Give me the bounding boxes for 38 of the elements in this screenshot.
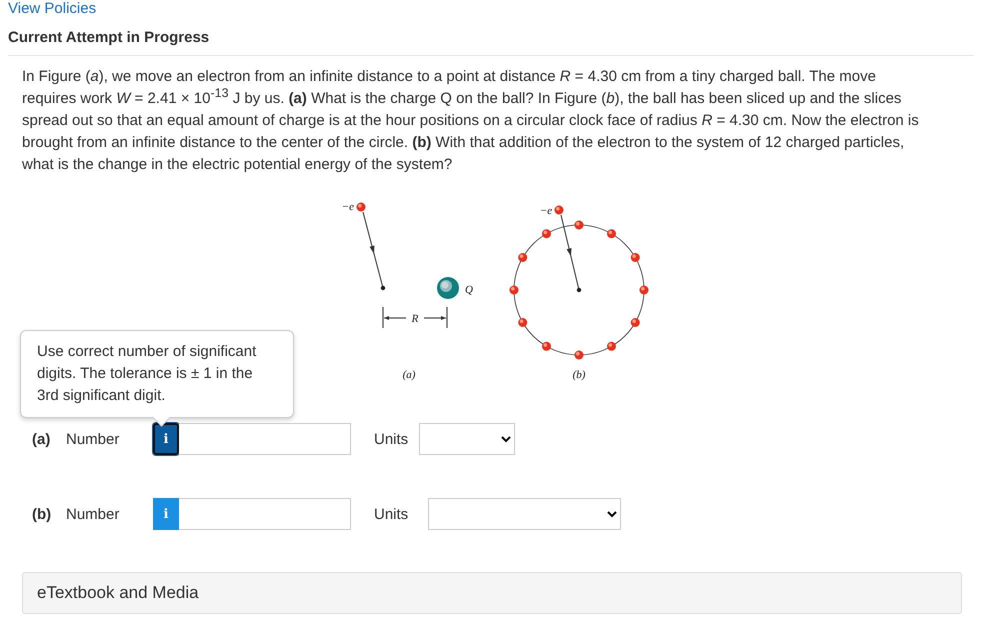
electron-ball — [356, 202, 366, 212]
electron-label: −e — [540, 205, 552, 217]
number-label: Number — [66, 430, 120, 448]
units-label: Units — [374, 506, 408, 522]
units-select[interactable] — [419, 423, 516, 455]
figure-caption: (a) — [402, 369, 416, 381]
question-text: In Figure (a), we move an electron from an infinite distance to a point at distance R = 4.30 cm from a tiny charged ball. The move requires work W = 2.41 × 10$^{-13}$ J by us. (a) What is the charge Q on the ball? In Figure (b), the ball has been sliced up and the slices spread out so that an equal amount of charge is at the hour positions on a circular clock face of radius R = 4.30 cm. Now the electron is brought from an infinite distance to the center of the circle. (b) With that addition of the electron to the system of 12 charged particles, what is the change in the electric potential energy of the system? — [22, 67, 920, 175]
charge-ball — [607, 342, 616, 351]
charge-ball — [518, 253, 528, 262]
charge-ball — [542, 342, 551, 351]
number-label: Number — [66, 506, 120, 522]
part-label: (a) — [32, 430, 52, 448]
charge-ball — [518, 318, 528, 327]
electron-label: −e — [342, 201, 354, 213]
charge-ball — [574, 350, 584, 360]
figure-caption: (b) — [572, 369, 586, 381]
part-label: (b) — [32, 506, 52, 522]
distance-dimension — [382, 306, 448, 328]
charge-ball — [630, 318, 640, 327]
distance-label: R — [412, 313, 418, 325]
charge-ball — [640, 286, 648, 294]
charge-ball — [574, 220, 584, 230]
electron-ball — [554, 206, 564, 214]
charge-ball — [542, 229, 551, 238]
view-policies-link[interactable]: View Policies — [8, 0, 96, 18]
charge-ball — [607, 229, 616, 238]
etextbook-media-panel[interactable]: eTextbook and Media — [22, 572, 962, 614]
number-field[interactable] — [179, 423, 351, 455]
tooltip-text: Use correct number of significant digits. The tolerance is ± 1 in the 3rd significant digit. — [37, 343, 256, 404]
charged-ball — [437, 277, 459, 299]
info-button[interactable]: i — [153, 423, 179, 455]
units-select[interactable] — [428, 498, 622, 530]
units-label: Units — [374, 430, 408, 448]
attempt-title: Current Attempt in Progress — [8, 29, 974, 56]
charge-ball — [510, 286, 518, 294]
charge-ball — [630, 253, 640, 262]
charge-label: Q — [465, 284, 473, 296]
number-field[interactable] — [179, 498, 351, 530]
